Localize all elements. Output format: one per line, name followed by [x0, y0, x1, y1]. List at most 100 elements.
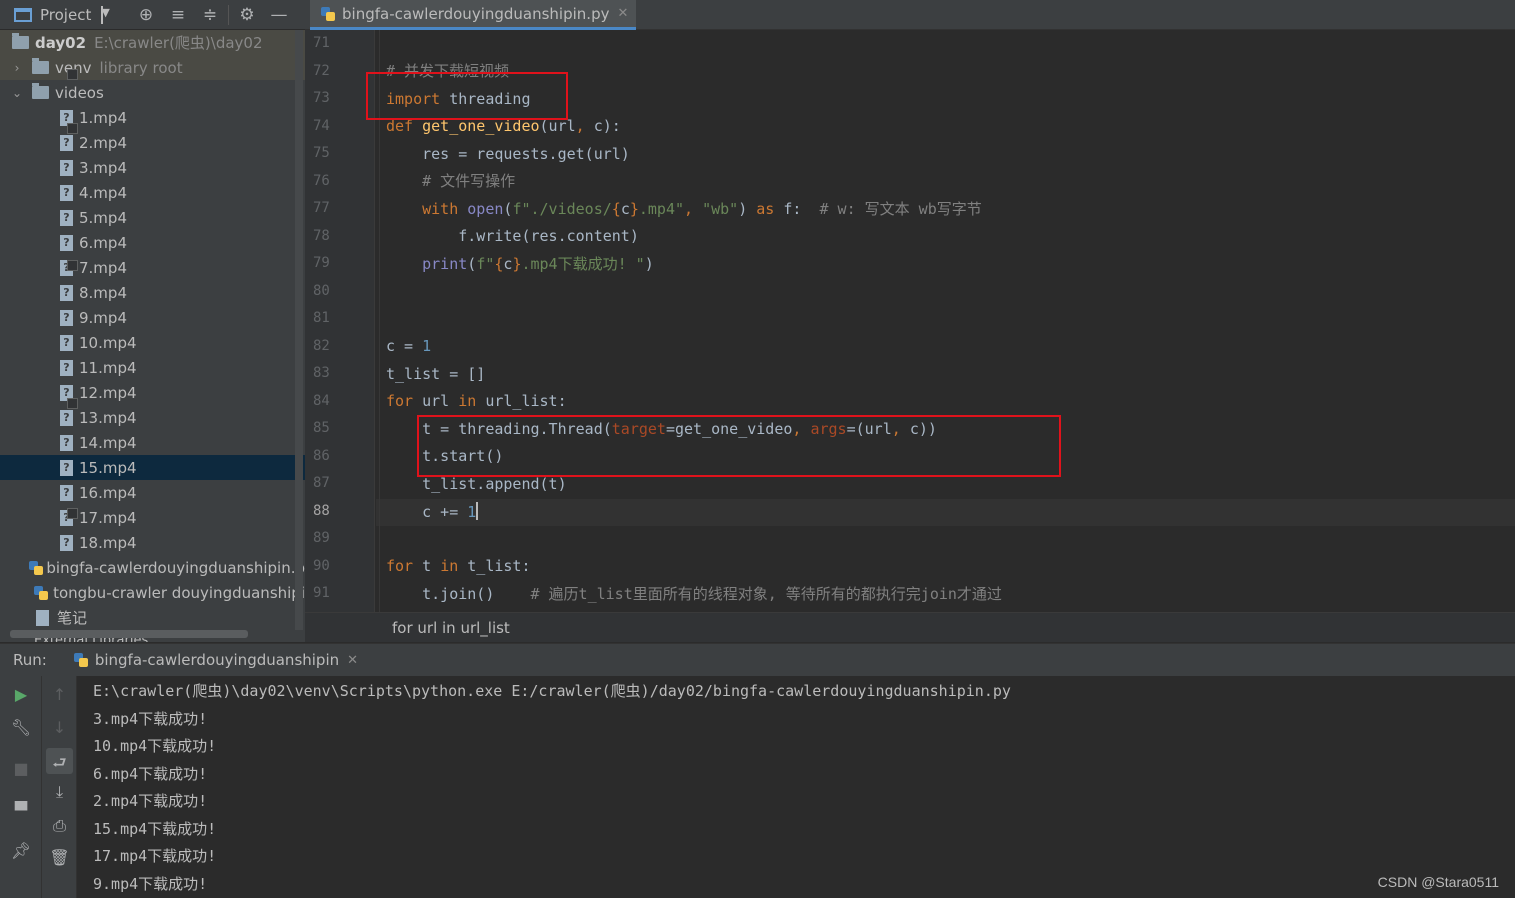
soft-wrap-icon[interactable]: ⮐	[42, 752, 77, 779]
breadcrumb[interactable]: for url in url_list	[305, 612, 1515, 642]
folder-icon	[32, 83, 49, 99]
tree-item-file[interactable]: ? 5.mp4	[0, 205, 305, 230]
tree-item-label: 1.mp4	[79, 108, 127, 127]
run-console[interactable]: E:\crawler(爬虫)\day02\venv\Scripts\python…	[78, 676, 1515, 898]
scroll-to-end-icon[interactable]: ⤓	[42, 782, 77, 802]
fold-marker-icon[interactable]	[67, 260, 78, 271]
tree-item-file[interactable]: ? 1.mp4	[0, 105, 305, 130]
tree-item-videos[interactable]: ⌄ videos	[0, 80, 305, 105]
tree-item-py-file[interactable]: tongbu-crawler douyingduanshipi	[0, 580, 305, 605]
code-line-90: for t in t_list:	[386, 553, 531, 580]
chevron-right-icon[interactable]: ›	[10, 61, 24, 75]
chevron-down-icon[interactable]: ⌄	[10, 86, 24, 100]
unknown-file-icon: ?	[60, 209, 73, 226]
fold-marker-icon[interactable]	[67, 69, 78, 80]
tree-item-py-file[interactable]: bingfa-cawlerdouyingduanshipin.p	[0, 555, 305, 580]
code-string: .mp4下载成功! "	[521, 255, 645, 273]
text-file-icon	[36, 609, 49, 626]
rerun-icon[interactable]: ▶	[0, 685, 42, 704]
line-number: 75	[313, 145, 330, 161]
code-line-76: # 文件写操作	[386, 168, 515, 195]
tree-item-file[interactable]: ? 10.mp4	[0, 330, 305, 355]
print-icon[interactable]: ⎙	[42, 816, 77, 836]
wrench-icon[interactable]: 🔧︎	[0, 718, 42, 737]
tree-item-label: 5.mp4	[79, 208, 127, 227]
tree-item-file[interactable]: ? 18.mp4	[0, 530, 305, 555]
tree-item-file[interactable]: ? 12.mp4	[0, 380, 305, 405]
fold-marker-icon[interactable]	[67, 398, 78, 409]
tree-item-note[interactable]: 笔记	[0, 605, 305, 630]
stop-icon[interactable]: ■	[0, 759, 42, 778]
tree-item-file[interactable]: ? 16.mp4	[0, 480, 305, 505]
code-string: "wb"	[702, 200, 739, 218]
code-text: c):	[593, 117, 621, 135]
project-view-selector[interactable]: Project ▼	[0, 5, 130, 24]
tree-item-label: tongbu-crawler douyingduanshipi	[53, 583, 305, 602]
close-icon[interactable]: ✕	[347, 653, 358, 668]
tree-scrollbar-vertical[interactable]	[295, 30, 303, 630]
tree-item-venv[interactable]: › venv library root	[0, 55, 305, 80]
tree-item-hint: library root	[99, 58, 183, 77]
line-number: 90	[313, 557, 330, 574]
code-keyword: as	[756, 200, 775, 218]
line-number: 72	[313, 62, 330, 79]
code-text: c =	[386, 337, 423, 355]
code-keyword: with	[386, 200, 459, 218]
line-number: 73	[313, 90, 330, 106]
code-string: .mp4"	[638, 200, 685, 218]
line-number: 88	[313, 502, 330, 519]
tree-item-file[interactable]: ? 11.mp4	[0, 355, 305, 380]
tree-item-file[interactable]: ?7.mp4	[0, 255, 305, 280]
tree-scrollbar-horizontal[interactable]	[10, 630, 248, 638]
code-text: )	[738, 200, 757, 218]
line-number: 79	[313, 255, 330, 271]
tree-item-file[interactable]: ? 9.mp4	[0, 305, 305, 330]
tree-item-file[interactable]: ? 6.mp4	[0, 230, 305, 255]
tree-item-label: bingfa-cawlerdouyingduanshipin.p	[46, 558, 305, 577]
line-number-gutter: 71 72 73 74 75 76 77 78 79 80 81 82 83 84 85 86 87 88 89 90…	[305, 30, 375, 612]
arrow-up-icon[interactable]: ↑	[42, 685, 77, 704]
hide-icon[interactable]: —	[263, 5, 295, 25]
tree-item-file[interactable]: ? 14.mp4	[0, 430, 305, 455]
unknown-file-icon: ?	[60, 359, 73, 376]
expand-all-icon[interactable]: ≡	[162, 5, 194, 25]
locate-icon[interactable]: ⊕	[130, 5, 162, 25]
tree-item-label: 14.mp4	[79, 433, 137, 452]
console-output-line: 9.mp4下载成功!	[93, 874, 208, 893]
fold-marker-icon[interactable]	[67, 508, 78, 519]
line-number: 81	[313, 310, 330, 326]
tree-item-file[interactable]: ? 4.mp4	[0, 180, 305, 205]
collapse-all-icon[interactable]: ≑	[194, 5, 226, 25]
unknown-file-icon: ?	[60, 234, 73, 251]
tree-item-file[interactable]: ? 2.mp4	[0, 130, 305, 155]
line-number: 89	[313, 530, 330, 546]
gear-icon[interactable]: ⚙	[231, 5, 263, 25]
tree-item-label: 4.mp4	[79, 183, 127, 202]
tree-item-file[interactable]: ? 8.mp4	[0, 280, 305, 305]
layout-icon[interactable]: ▀	[0, 801, 42, 820]
code-text: c	[620, 200, 630, 218]
folder-icon	[12, 33, 29, 49]
fold-marker-icon[interactable]	[67, 123, 78, 134]
unknown-file-icon: ?	[60, 284, 73, 301]
tree-item-label: 18.mp4	[79, 533, 137, 552]
unknown-file-icon: ?	[60, 134, 73, 151]
tree-item-label: 16.mp4	[79, 483, 137, 502]
tree-root-day02[interactable]: day02 E:\crawler(爬虫)\day02	[0, 30, 305, 55]
folder-icon	[32, 58, 49, 74]
close-icon[interactable]: ✕	[617, 6, 628, 21]
arrow-down-icon[interactable]: ↓	[42, 718, 77, 737]
run-tab[interactable]: bingfa-cawlerdouyingduanshipin ✕	[73, 644, 358, 677]
unknown-file-icon: ?	[60, 434, 73, 451]
code-comment: # 遍历t_list里面所有的线程对象, 等待所有的都执行完join才通过	[530, 585, 1002, 603]
tree-item-label: 17.mp4	[79, 508, 137, 527]
pin-icon[interactable]: 📌︎	[0, 841, 42, 860]
tree-item-file[interactable]: ? 3.mp4	[0, 155, 305, 180]
tree-item-label: 笔记	[57, 609, 88, 627]
editor-tab-active[interactable]: bingfa-cawlerdouyingduanshipin.py ✕	[310, 0, 637, 30]
tree-item-file[interactable]: ? 13.mp4	[0, 405, 305, 430]
code-line-91: t.join() # 遍历t_list里面所有的线程对象, 等待所有的都执行完j…	[386, 581, 1002, 608]
trash-icon[interactable]: 🗑︎	[42, 848, 77, 867]
tree-item-file[interactable]: ?17.mp4	[0, 505, 305, 530]
tree-item-file[interactable]: ? 15.mp4	[0, 455, 305, 480]
